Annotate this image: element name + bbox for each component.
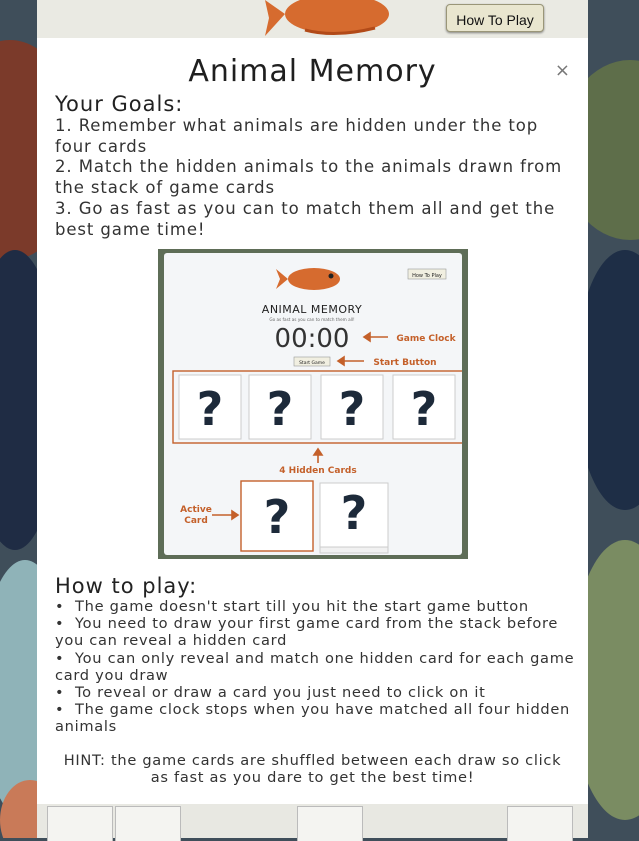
mini-how-to-play-label: How To Play bbox=[412, 273, 442, 279]
question-mark-icon: ? bbox=[267, 382, 294, 436]
goal-item: 3. Go as fast as you can to match them a… bbox=[55, 198, 556, 239]
list-item: • To reveal or draw a card you just need… bbox=[55, 684, 486, 702]
label-active-line1: Active bbox=[180, 505, 212, 515]
label-hidden-cards: 4 Hidden Cards bbox=[279, 466, 356, 476]
goals-list: 1. Remember what animals are hidden unde… bbox=[55, 116, 575, 240]
game-layout-illustration: How To Play ANIMAL MEMORY Go as fast as … bbox=[158, 249, 468, 559]
list-item bbox=[115, 806, 181, 841]
mini-start-label: Start Game bbox=[299, 360, 325, 366]
fish-logo-icon bbox=[265, 0, 389, 36]
fish-logo-icon bbox=[276, 268, 340, 290]
list-item bbox=[297, 806, 363, 841]
list-item: • You need to draw your first game card … bbox=[55, 615, 559, 650]
label-start-button: Start Button bbox=[373, 358, 436, 368]
goal-item: 2. Match the hidden animals to the anima… bbox=[55, 157, 563, 198]
list-item bbox=[47, 806, 113, 841]
card-stack: ? bbox=[319, 482, 389, 554]
how-to-play-list: • The game doesn't start till you hit th… bbox=[55, 598, 580, 736]
mini-title: ANIMAL MEMORY bbox=[262, 303, 362, 316]
close-icon[interactable]: × bbox=[555, 60, 570, 81]
goal-item: 1. Remember what animals are hidden unde… bbox=[55, 116, 539, 156]
modal-title: Animal Memory bbox=[188, 54, 437, 89]
question-mark-icon: ? bbox=[339, 382, 366, 436]
label-active-line2: Card bbox=[184, 516, 208, 526]
hidden-cards: ? ? ? ? bbox=[178, 374, 456, 440]
list-item: • You can only reveal and match one hidd… bbox=[55, 649, 575, 684]
question-mark-icon: ? bbox=[197, 382, 224, 436]
illustration-canvas: How To Play ANIMAL MEMORY Go as fast as … bbox=[172, 268, 464, 554]
question-mark-icon: ? bbox=[264, 490, 291, 544]
question-mark-icon: ? bbox=[341, 486, 368, 540]
hint-text: HINT: the game cards are shuffled betwee… bbox=[63, 752, 562, 787]
label-game-clock: Game Clock bbox=[396, 334, 456, 344]
goals-heading: Your Goals: bbox=[55, 92, 184, 116]
game-footer bbox=[37, 804, 588, 841]
list-item: • The game doesn't start till you hit th… bbox=[55, 598, 529, 615]
question-mark-icon: ? bbox=[411, 382, 438, 436]
mini-clock: 00:00 bbox=[275, 324, 350, 354]
how-to-play-modal: Animal Memory × Your Goals: 1. Remember … bbox=[37, 38, 588, 804]
how-to-play-button[interactable]: How To Play bbox=[446, 4, 544, 32]
how-to-play-heading: How to play: bbox=[55, 574, 198, 598]
mini-subtitle: Go as fast as you can to match them all! bbox=[269, 317, 355, 322]
list-item: • The game clock stops when you have mat… bbox=[55, 701, 570, 736]
list-item bbox=[507, 806, 573, 841]
